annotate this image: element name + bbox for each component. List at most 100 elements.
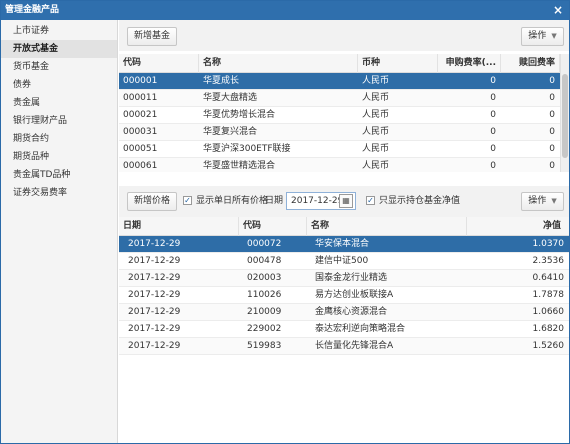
col-name[interactable]: 名称 [199, 54, 358, 73]
cell-name: 长信量化先锋混合A [315, 341, 394, 351]
cell-date: 2017-12-29 [128, 341, 181, 351]
cell-currency: 人民币 [362, 93, 390, 103]
sidebar-item-precious-metals[interactable]: 贵金属 [1, 94, 117, 112]
cell-code: 210009 [247, 307, 282, 317]
title-bar: 管理金融产品 × [1, 1, 569, 20]
cell-redeem-fee: 0 [549, 127, 555, 137]
cell-currency: 人民币 [362, 144, 390, 154]
cell-date: 2017-12-29 [128, 256, 181, 266]
cell-nav: 1.6820 [532, 324, 565, 334]
cell-code: 000051 [123, 144, 158, 154]
sidebar-item-trading-fees[interactable]: 证券交易费率 [1, 184, 117, 202]
table-row[interactable]: 2017-12-29 110026 易方达创业板联接A 1.7878 [119, 287, 569, 304]
sidebar-item-open-end-funds[interactable]: 开放式基金 [1, 40, 117, 58]
only-holding-label: 只显示持仓基金净值 [379, 196, 461, 206]
sidebar-item-bank-wealth[interactable]: 银行理财产品 [1, 112, 117, 130]
cell-nav: 1.7878 [532, 290, 565, 300]
cell-currency: 人民币 [362, 161, 390, 171]
checkmark-icon: ✓ [184, 196, 191, 205]
table-row[interactable]: 2017-12-29 229002 泰达宏利逆向策略混合 1.6820 [119, 321, 569, 338]
sidebar-item-bonds[interactable]: 债券 [1, 76, 117, 94]
cell-code: 110026 [247, 290, 282, 300]
price-table: 日期 代码 名称 净值 2017-12-29 000072 华安保本混合 1.0… [119, 217, 569, 377]
col-name[interactable]: 名称 [307, 217, 467, 236]
sidebar-item-futures-contracts[interactable]: 期货合约 [1, 130, 117, 148]
cell-redeem-fee: 0 [549, 76, 555, 86]
cell-purchase-fee: 0 [490, 127, 496, 137]
cell-code: 000061 [123, 161, 158, 171]
table-row[interactable]: 000031 华夏复兴混合 人民币 0 0 [119, 124, 560, 141]
cell-purchase-fee: 0 [490, 161, 496, 171]
sidebar-item-precious-metal-td[interactable]: 贵金属TD品种 [1, 166, 117, 184]
cell-name: 华夏优势增长混合 [203, 110, 276, 120]
table-row[interactable]: 000051 华夏沪深300ETF联接 人民币 0 0 [119, 141, 560, 158]
category-sidebar: 上市证券 开放式基金 货币基金 债券 贵金属 银行理财产品 期货合约 期货品种 … [1, 20, 118, 443]
col-nav[interactable]: 净值 [467, 217, 569, 236]
close-icon[interactable]: × [553, 1, 563, 20]
price-table-header: 日期 代码 名称 净值 [119, 217, 569, 236]
table-row[interactable]: 000021 华夏优势增长混合 人民币 0 0 [119, 107, 560, 124]
cell-purchase-fee: 0 [490, 110, 496, 120]
cell-code: 000478 [247, 256, 282, 266]
cell-code: 000031 [123, 127, 158, 137]
table-row[interactable]: 2017-12-29 020003 国泰金龙行业精选 0.6410 [119, 270, 569, 287]
col-code[interactable]: 代码 [239, 217, 307, 236]
sidebar-item-futures-varieties[interactable]: 期货品种 [1, 148, 117, 166]
cell-purchase-fee: 0 [490, 76, 496, 86]
table-row[interactable]: 000001 华夏成长 人民币 0 0 [119, 73, 560, 90]
cell-date: 2017-12-29 [128, 239, 181, 249]
col-date[interactable]: 日期 [119, 217, 239, 236]
fund-table-scrollbar[interactable] [560, 54, 569, 172]
cell-purchase-fee: 0 [490, 93, 496, 103]
cell-code: 229002 [247, 324, 282, 334]
show-all-label: 显示单日所有价格 [196, 196, 269, 206]
cell-name: 易方达创业板联接A [315, 290, 394, 300]
table-row[interactable]: 2017-12-29 519983 长信量化先锋混合A 1.5260 [119, 338, 569, 355]
price-table-body: 2017-12-29 000072 华安保本混合 1.0370 2017-12-… [119, 236, 569, 355]
cell-name: 金鹰核心资源混合 [315, 307, 388, 317]
add-fund-button[interactable]: 新增基金 [127, 27, 177, 46]
cell-code: 000001 [123, 76, 158, 86]
cell-code: 020003 [247, 273, 282, 283]
table-row[interactable]: 2017-12-29 000072 华安保本混合 1.0370 [119, 236, 569, 253]
cell-currency: 人民币 [362, 110, 390, 120]
window-title: 管理金融产品 [5, 5, 60, 15]
table-row[interactable]: 2017-12-29 000478 建信中证500 2.3536 [119, 253, 569, 270]
price-operate-button[interactable]: 操作 ▼ [521, 192, 564, 211]
cell-nav: 1.5260 [532, 341, 565, 351]
cell-code: 000011 [123, 93, 158, 103]
table-row[interactable]: 000061 华夏盛世精选混合 人民币 0 0 [119, 158, 560, 172]
show-all-checkbox[interactable]: ✓ [183, 196, 192, 205]
price-operate-label: 操作 [528, 196, 547, 206]
cell-redeem-fee: 0 [549, 161, 555, 171]
col-redeem-fee[interactable]: 赎回费率(%) [501, 54, 560, 87]
cell-date: 2017-12-29 [128, 290, 181, 300]
main-panel: 新增基金 操作▼ 代码 名称 币种 申购费率(... 赎回费率(%) 00000… [119, 20, 569, 443]
only-holding-checkbox[interactable]: ✓ [366, 196, 375, 205]
table-row[interactable]: 000011 华夏大盘精选 人民币 0 0 [119, 90, 560, 107]
cell-name: 华安保本混合 [315, 239, 370, 249]
calendar-icon[interactable]: ▦ [339, 194, 353, 208]
col-purchase-fee[interactable]: 申购费率(... [438, 54, 501, 73]
cell-code: 519983 [247, 341, 282, 351]
cell-name: 华夏成长 [203, 76, 240, 86]
cell-nav: 1.0660 [532, 307, 565, 317]
col-currency[interactable]: 币种 [358, 54, 438, 73]
add-price-button[interactable]: 新增价格 [127, 192, 177, 211]
cell-name: 华夏沪深300ETF联接 [203, 144, 291, 154]
sidebar-item-listed-securities[interactable]: 上市证券 [1, 22, 117, 40]
cell-code: 000021 [123, 110, 158, 120]
fund-table: 代码 名称 币种 申购费率(... 赎回费率(%) 000001 华夏成长 人民… [119, 54, 569, 172]
scrollbar-thumb[interactable] [562, 74, 568, 158]
date-label: 日期 [265, 196, 284, 206]
chevron-down-icon: ▼ [551, 197, 557, 205]
col-code[interactable]: 代码 [119, 54, 199, 73]
cell-currency: 人民币 [362, 76, 390, 86]
sidebar-item-money-funds[interactable]: 货币基金 [1, 58, 117, 76]
cell-name: 国泰金龙行业精选 [315, 273, 388, 283]
chevron-down-icon: ▼ [551, 32, 557, 40]
table-row[interactable]: 2017-12-29 210009 金鹰核心资源混合 1.0660 [119, 304, 569, 321]
fund-operate-button[interactable]: 操作 ▼ [521, 27, 564, 46]
cell-name: 华夏盛世精选混合 [203, 161, 276, 171]
cell-date: 2017-12-29 [128, 307, 181, 317]
